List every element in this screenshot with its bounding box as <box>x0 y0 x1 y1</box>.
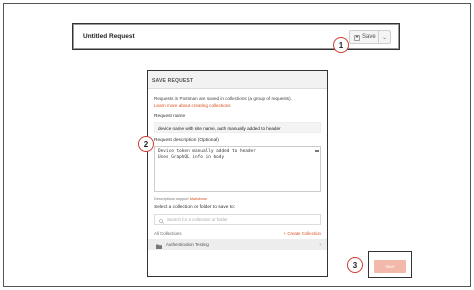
search-icon <box>159 211 164 229</box>
request-name-label: Request name <box>154 114 186 119</box>
save-button[interactable]: Save ⌄ <box>349 30 391 44</box>
modal-save-label: Save <box>385 264 395 269</box>
collection-search-input[interactable]: Search for a collection or folder <box>154 214 321 225</box>
save-request-modal: SAVE REQUEST Requests in Postman are sav… <box>147 70 328 277</box>
callout-2: 2 <box>138 136 154 152</box>
learn-more-link[interactable]: Learn more about creating collections <box>154 103 321 110</box>
markdown-note: Descriptions support Markdown <box>154 197 321 201</box>
markdown-prefix: Descriptions support <box>154 197 189 201</box>
save-main[interactable]: Save <box>350 31 379 43</box>
modal-save-button[interactable]: Save <box>374 260 406 273</box>
chevron-right-icon: › <box>319 241 321 248</box>
collections-header: All Collections + Create Collection <box>154 228 321 238</box>
collection-item-label: Authentication Testing <box>166 242 209 247</box>
request-name-input[interactable]: device name with site name, auth manuall… <box>154 122 321 133</box>
markdown-link[interactable]: Markdown <box>190 197 208 201</box>
request-description-textarea[interactable]: Device token manually added to header Us… <box>154 146 321 192</box>
create-collection-link[interactable]: + Create Collection <box>284 231 321 236</box>
request-description-label: Request description (Optional) <box>154 138 219 143</box>
chevron-down-icon[interactable]: ⌄ <box>379 34 390 41</box>
request-header-bar: Untitled Request Save ⌄ <box>72 23 400 50</box>
modal-footer-save-area: Save <box>368 251 412 278</box>
resize-handle-icon[interactable] <box>315 150 319 152</box>
select-collection-label: Select a collection or folder to save to… <box>154 205 236 210</box>
modal-title: SAVE REQUEST <box>148 71 327 89</box>
description-line: Uses GraphQL info in body <box>158 155 225 160</box>
request-title: Untitled Request <box>83 33 135 40</box>
callout-3: 3 <box>347 257 363 273</box>
search-placeholder: Search for a collection or folder <box>167 217 228 222</box>
callout-1: 1 <box>333 37 349 53</box>
folder-icon <box>156 236 162 254</box>
save-icon <box>354 28 360 46</box>
save-label: Save <box>362 34 376 40</box>
collection-item[interactable]: Authentication Testing › <box>148 239 327 250</box>
